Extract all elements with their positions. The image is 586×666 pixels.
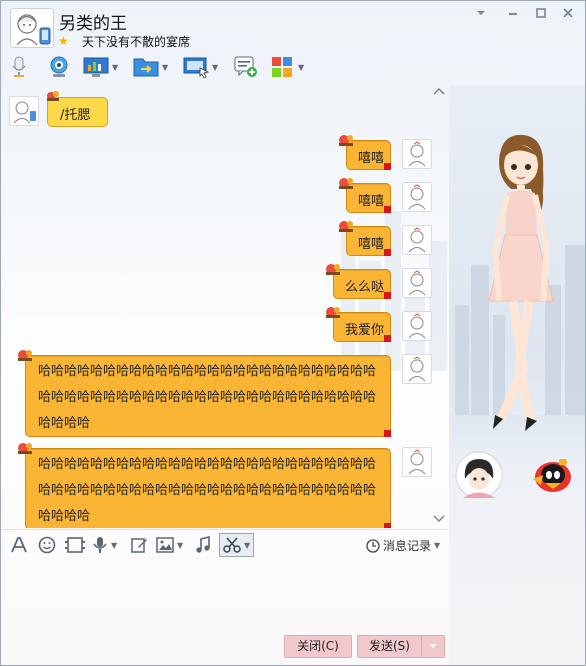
font-icon[interactable] (10, 534, 28, 556)
message-text: 哈哈哈哈哈哈哈哈哈哈哈哈哈哈哈哈哈哈哈哈哈哈哈哈哈哈 哈哈哈哈哈哈哈哈哈哈哈哈哈… (38, 457, 377, 524)
emoji-icon[interactable] (38, 534, 56, 556)
apps-icon[interactable]: ▼ (271, 54, 304, 80)
message-bubble-outgoing: 么么哒 (326, 264, 391, 299)
screen-share-icon[interactable]: ▼ (183, 54, 218, 80)
my-avatar[interactable] (402, 354, 432, 384)
message-text: 嘻嘻 (358, 151, 385, 166)
gif-icon[interactable] (65, 534, 85, 556)
my-avatar[interactable] (402, 139, 432, 169)
my-avatar[interactable] (402, 268, 432, 298)
my-avatar[interactable] (402, 447, 432, 477)
voice-message-icon[interactable]: ▼ (92, 534, 117, 556)
my-avatar[interactable] (402, 182, 432, 212)
message-bubble-outgoing: 嘻嘻 (339, 135, 391, 170)
contact-name: 另类的王 (59, 14, 127, 34)
message-text: /托腮 (60, 108, 91, 123)
message-text: 嘻嘻 (358, 237, 385, 252)
screenshot-scissors-icon[interactable]: ▼ (219, 533, 255, 557)
chevron-down-icon[interactable] (471, 7, 491, 25)
message-bubble-outgoing: 我爱你 (326, 307, 391, 342)
chat-window: 另类的王 ★ 天下没有不散的宴席 ▼ ▼ ▼ ▼ /托腮 嘻嘻 嘻嘻 嘻嘻 么么… (0, 0, 586, 666)
my-avatar[interactable] (402, 311, 432, 341)
bubble-decoration-icon (47, 91, 59, 101)
contact-mini-avatar[interactable] (9, 96, 39, 126)
header: 另类的王 ★ 天下没有不散的宴席 ▼ ▼ ▼ ▼ (1, 1, 585, 85)
video-camera-icon[interactable] (47, 54, 71, 80)
close-button[interactable]: 关闭(C) (284, 635, 352, 658)
message-text: 哈哈哈哈哈哈哈哈哈哈哈哈哈哈哈哈哈哈哈哈哈哈哈哈哈哈 哈哈哈哈哈哈哈哈哈哈哈哈哈… (38, 364, 377, 431)
bubble-decoration-icon (18, 350, 32, 361)
message-bubble-outgoing: 嘻嘻 (339, 178, 391, 213)
send-options-button[interactable] (421, 635, 445, 658)
clock-icon (366, 538, 380, 553)
edit-icon[interactable] (130, 534, 148, 556)
input-toolbar: ▼ ▼ ▼ 消息记录 ▼ (2, 529, 448, 559)
bubble-decoration-icon (339, 178, 353, 189)
message-bubble-outgoing: 嘻嘻 (339, 221, 391, 256)
scroll-up-icon[interactable] (433, 87, 445, 98)
contact-show-avatar[interactable] (455, 451, 503, 499)
message-text: 我爱你 (345, 323, 385, 338)
show-character-illustration (488, 134, 554, 431)
bubble-decoration-icon (326, 307, 340, 318)
star-icon: ★ (58, 34, 69, 48)
contact-avatar[interactable] (10, 8, 54, 48)
music-icon[interactable] (195, 534, 211, 556)
chevron-down-icon (429, 644, 437, 648)
qq-penguin-icon[interactable] (529, 453, 575, 495)
bubble-decoration-icon (339, 221, 353, 232)
send-button[interactable]: 发送(S) (357, 635, 421, 658)
minimize-icon[interactable] (503, 7, 523, 25)
add-chat-icon[interactable] (233, 54, 259, 80)
message-bubble-outgoing-long: 哈哈哈哈哈哈哈哈哈哈哈哈哈哈哈哈哈哈哈哈哈哈哈哈哈哈 哈哈哈哈哈哈哈哈哈哈哈哈哈… (18, 350, 391, 437)
message-text: 么么哒 (345, 280, 385, 295)
chat-history[interactable]: /托腮 嘻嘻 嘻嘻 嘻嘻 么么哒 我爱你 哈哈哈哈哈哈哈哈哈哈哈哈哈哈哈哈哈哈哈… (2, 85, 448, 528)
scroll-down-icon[interactable] (433, 515, 445, 526)
message-text: 嘻嘻 (358, 194, 385, 209)
message-record-button[interactable]: 消息记录 ▼ (366, 537, 440, 554)
message-input[interactable] (2, 559, 448, 631)
my-avatar[interactable] (402, 225, 432, 255)
file-transfer-icon[interactable]: ▼ (133, 54, 168, 80)
contact-signature: 天下没有不散的宴席 (82, 35, 191, 49)
bubble-decoration-icon (339, 135, 353, 146)
bubble-decoration-icon (326, 264, 340, 275)
remote-desktop-icon[interactable]: ▼ (83, 54, 118, 80)
microphone-icon[interactable] (9, 54, 29, 80)
message-bubble-outgoing-long: 哈哈哈哈哈哈哈哈哈哈哈哈哈哈哈哈哈哈哈哈哈哈哈哈哈哈 哈哈哈哈哈哈哈哈哈哈哈哈哈… (18, 443, 391, 528)
maximize-icon[interactable] (531, 7, 551, 25)
close-icon[interactable] (558, 7, 578, 25)
image-icon[interactable]: ▼ (156, 534, 183, 556)
bubble-decoration-icon (18, 443, 32, 454)
